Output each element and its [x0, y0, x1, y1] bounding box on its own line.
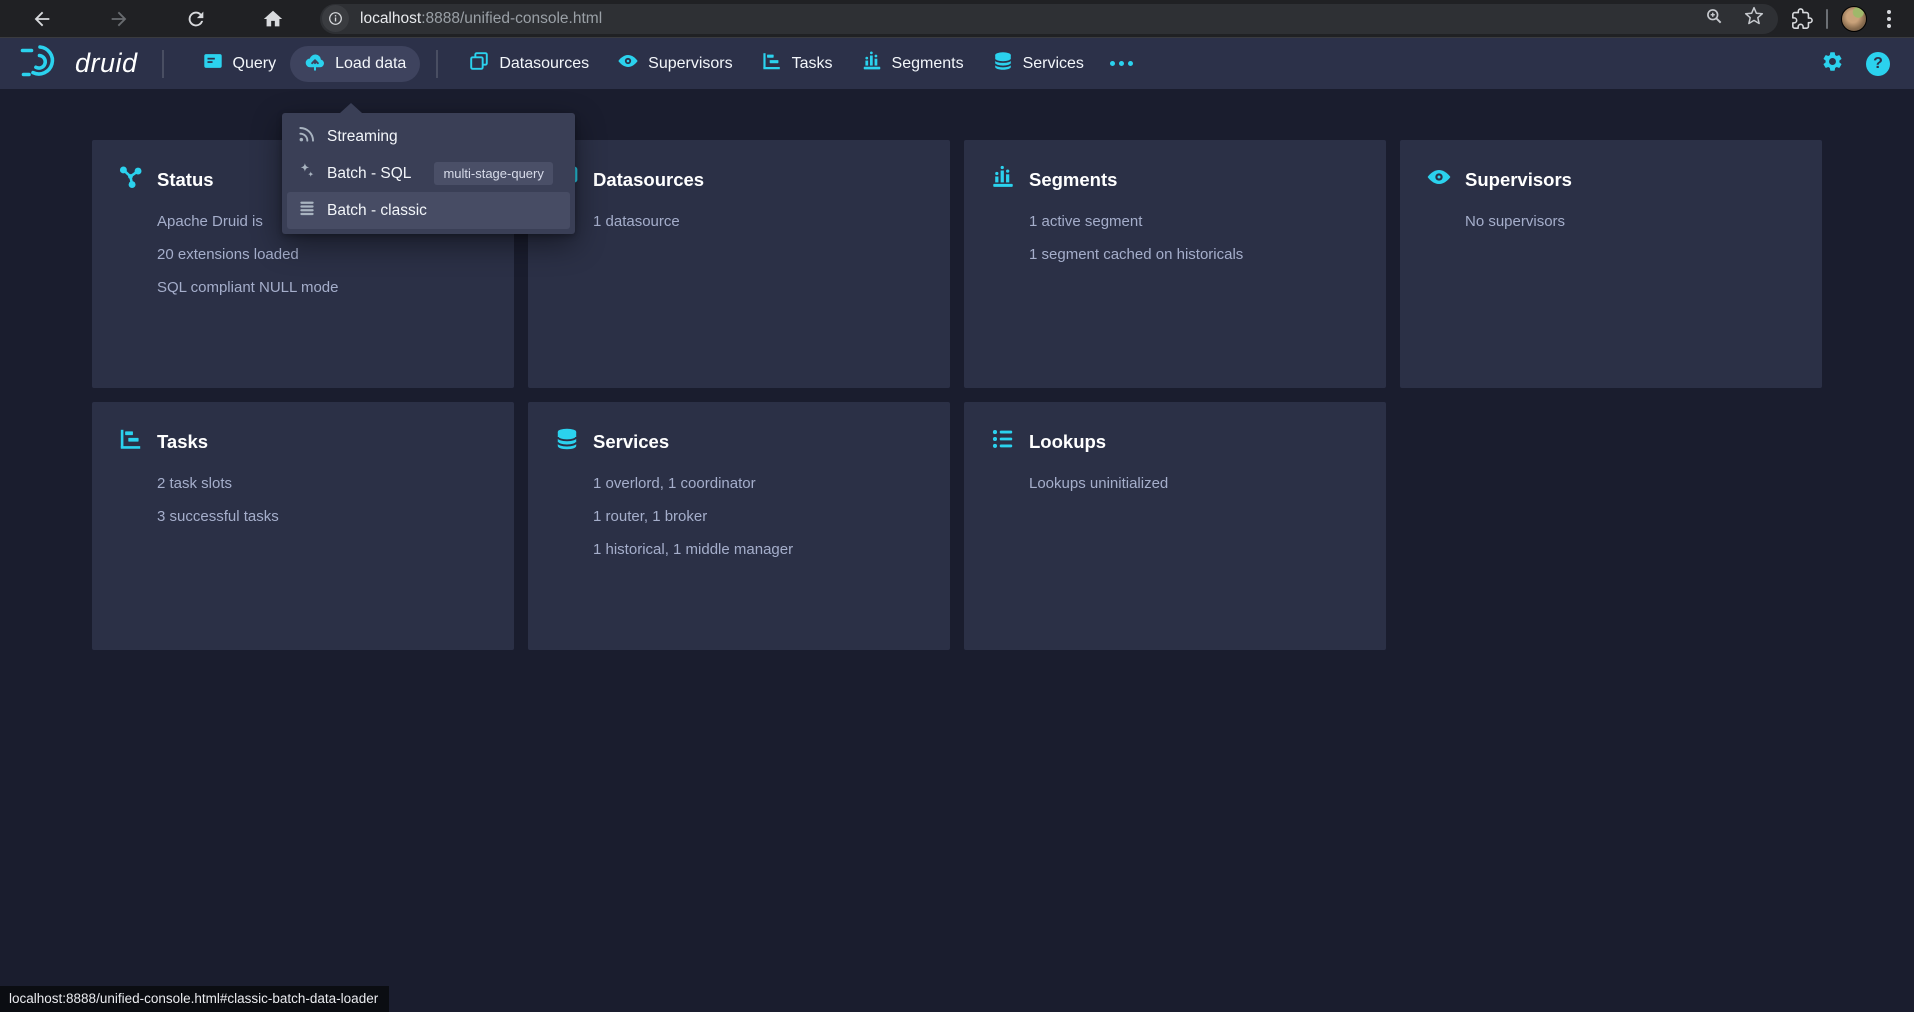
nav-label: Load data [335, 55, 406, 73]
eye-icon [1426, 164, 1452, 195]
nav-divider [436, 50, 438, 78]
supervisors-card[interactable]: Supervisors No supervisors [1400, 140, 1822, 388]
console-icon [202, 50, 224, 77]
card-title: Tasks [157, 431, 208, 453]
gantt-icon [761, 50, 783, 77]
card-title: Supervisors [1465, 169, 1572, 191]
bar-chart-icon [861, 50, 883, 77]
bookmark-star-icon[interactable] [1744, 6, 1764, 31]
nav-item-query[interactable]: Query [188, 46, 291, 82]
card-line: 20 extensions loaded [157, 245, 494, 265]
info-icon[interactable] [322, 5, 349, 32]
url-path: :8888/unified-console.html [421, 10, 602, 27]
load-data-menu: Streaming Batch - SQL multi-stage-query … [282, 113, 575, 234]
nav-item-datasources[interactable]: Datasources [454, 46, 603, 82]
eye-icon [617, 50, 639, 77]
back-icon[interactable] [31, 8, 53, 30]
stacked-rows-icon [297, 198, 317, 223]
menu-item-streaming[interactable]: Streaming [287, 118, 570, 155]
card-line: 2 task slots [157, 474, 494, 494]
card-title: Status [157, 169, 214, 191]
nav-label: Services [1023, 55, 1084, 73]
druid-brand[interactable]: druid [20, 41, 138, 86]
menu-item-batch-classic[interactable]: Batch - classic [287, 192, 570, 229]
help-icon[interactable]: ? [1866, 52, 1890, 76]
more-ellipsis-icon[interactable] [1098, 46, 1145, 82]
screen: localhost:8888/unified-console.html [0, 0, 1914, 1012]
nav-item-supervisors[interactable]: Supervisors [603, 46, 746, 82]
bar-chart-icon [990, 164, 1016, 195]
reload-icon[interactable] [185, 8, 207, 30]
url-text: localhost:8888/unified-console.html [360, 10, 1704, 28]
nav-item-segments[interactable]: Segments [847, 46, 978, 82]
nav-label: Query [233, 55, 277, 73]
sparkles-icon [297, 161, 317, 186]
gear-icon[interactable] [1821, 50, 1844, 78]
nav-item-services[interactable]: Services [978, 46, 1098, 82]
cloud-upload-icon [304, 50, 326, 77]
nav-item-tasks[interactable]: Tasks [747, 46, 847, 82]
card-line: 1 router, 1 broker [593, 507, 930, 527]
nav-item-load-data[interactable]: Load data [290, 46, 420, 82]
nav-divider [162, 50, 164, 78]
menu-label: Streaming [327, 128, 398, 146]
services-card[interactable]: Services 1 overlord, 1 coordinator 1 rou… [528, 402, 950, 650]
brand-wordmark: druid [75, 48, 138, 79]
browser-toolbar: localhost:8888/unified-console.html [0, 0, 1914, 38]
card-title: Services [593, 431, 669, 453]
nav-label: Datasources [499, 55, 589, 73]
nav-label: Tasks [792, 55, 833, 73]
card-line: 1 datasource [593, 212, 930, 232]
card-line: 1 historical, 1 middle manager [593, 540, 930, 560]
card-line: No supervisors [1465, 212, 1802, 232]
card-line: Lookups uninitialized [1029, 474, 1366, 494]
feed-icon [297, 124, 317, 149]
datasources-card[interactable]: Datasources 1 datasource [528, 140, 950, 388]
tasks-card[interactable]: Tasks 2 task slots 3 successful tasks [92, 402, 514, 650]
url-bar[interactable]: localhost:8888/unified-console.html [320, 4, 1778, 34]
card-line: 1 segment cached on historicals [1029, 245, 1366, 265]
link-preview-statusbar: localhost:8888/unified-console.html#clas… [0, 986, 389, 1012]
menu-label: Batch - SQL [327, 165, 411, 183]
database-icon [554, 426, 580, 457]
card-line: 1 overlord, 1 coordinator [593, 474, 930, 494]
layers-icon [468, 50, 490, 77]
toolbar-divider [1826, 9, 1828, 29]
menu-item-batch-sql[interactable]: Batch - SQL multi-stage-query [287, 155, 570, 192]
graph-nodes-icon [118, 164, 144, 195]
list-icon [990, 426, 1016, 457]
profile-avatar[interactable] [1841, 6, 1867, 32]
druid-navbar: druid Query Load data Datasources [0, 38, 1914, 89]
forward-icon[interactable] [108, 8, 130, 30]
card-line: SQL compliant NULL mode [157, 278, 494, 298]
gantt-icon [118, 426, 144, 457]
card-line: 3 successful tasks [157, 507, 494, 527]
segments-card[interactable]: Segments 1 active segment 1 segment cach… [964, 140, 1386, 388]
browser-menu-dots-icon[interactable] [1880, 10, 1898, 28]
database-icon [992, 50, 1014, 77]
extensions-puzzle-icon[interactable] [1791, 8, 1813, 30]
home-icon[interactable] [262, 8, 284, 30]
url-host: localhost [360, 10, 421, 27]
menu-label: Batch - classic [327, 202, 427, 220]
druid-logo [20, 41, 66, 86]
nav-label: Segments [892, 55, 964, 73]
card-title: Datasources [593, 169, 704, 191]
msq-badge: multi-stage-query [434, 162, 552, 185]
nav-label: Supervisors [648, 55, 732, 73]
zoom-in-icon[interactable] [1704, 6, 1724, 31]
card-title: Lookups [1029, 431, 1106, 453]
card-title: Segments [1029, 169, 1117, 191]
lookups-card[interactable]: Lookups Lookups uninitialized [964, 402, 1386, 650]
card-line: 1 active segment [1029, 212, 1366, 232]
